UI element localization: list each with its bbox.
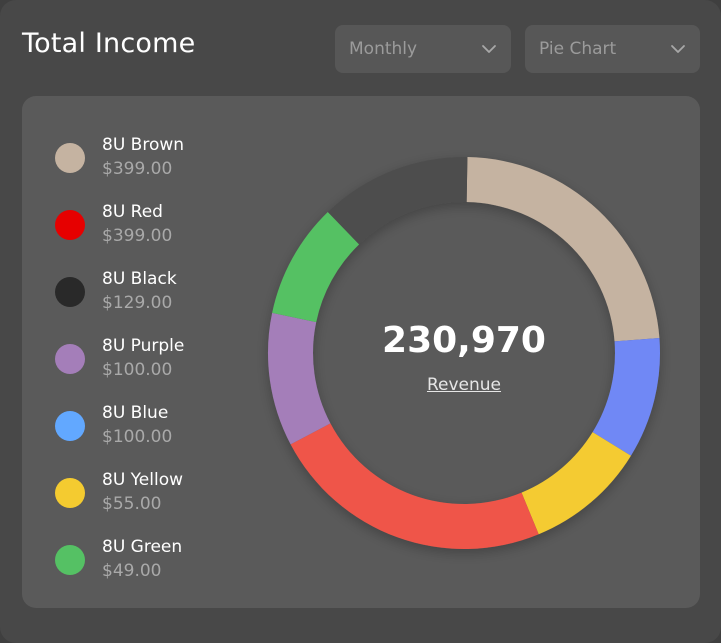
chevron-down-icon [482,45,496,53]
donut-slice-0[interactable] [466,157,660,342]
page-title: Total Income [22,28,196,59]
donut-slice-6[interactable] [327,157,468,245]
chevron-down-icon [671,45,685,53]
revenue-link[interactable]: Revenue [364,375,564,395]
donut-slice-1[interactable] [592,337,661,456]
donut-slice-4[interactable] [268,312,331,445]
chart-type-dropdown[interactable]: Pie Chart [525,25,700,73]
revenue-total: 230,970 [382,320,546,361]
donut-slice-2[interactable] [521,432,631,535]
chart-type-dropdown-label: Pie Chart [539,39,617,59]
donut-chart [268,157,661,549]
period-dropdown-label: Monthly [349,39,418,59]
total-income-card: Total Income Monthly Pie Chart 8U Brown … [0,0,721,643]
period-dropdown[interactable]: Monthly [335,25,511,73]
donut-slice-3[interactable] [290,423,539,549]
chart-panel: 8U Brown $399.00 8U Red $399.00 8U Black… [22,96,700,608]
